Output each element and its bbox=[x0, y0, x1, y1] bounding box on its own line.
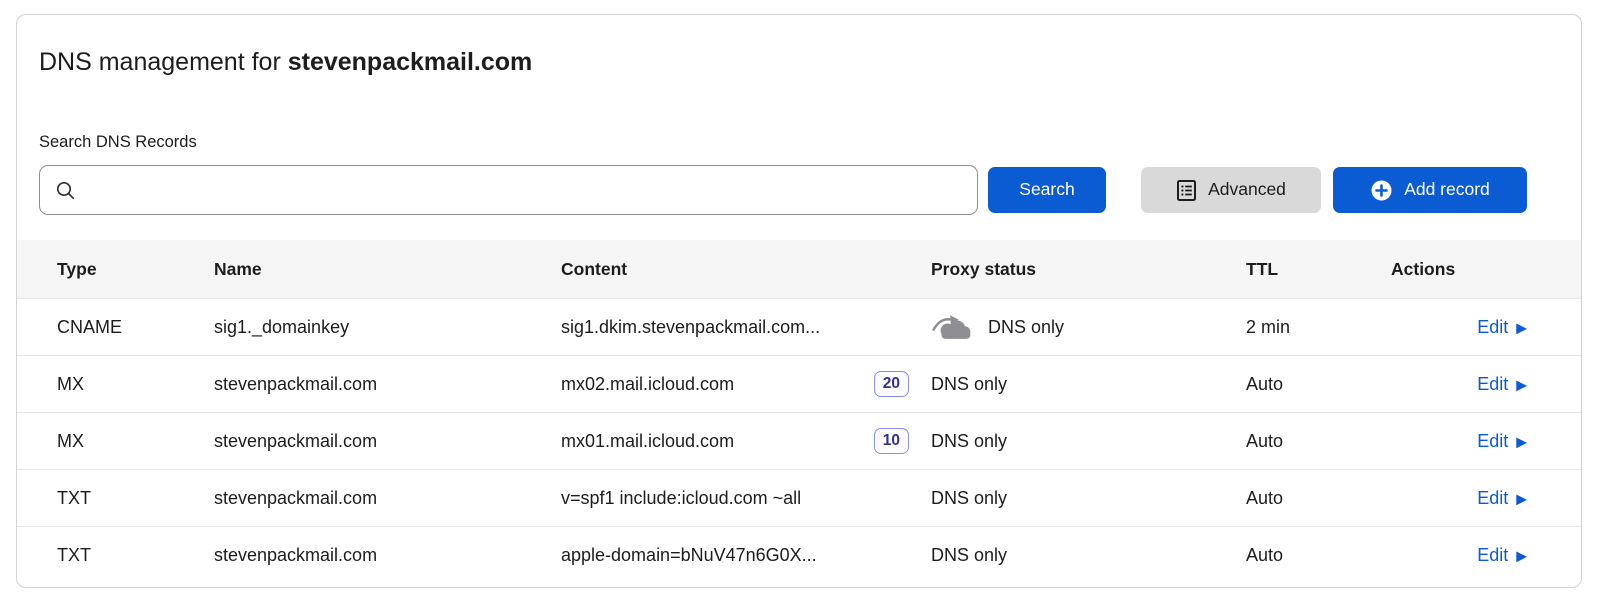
table-header-row: Type Name Content Proxy status TTL Actio… bbox=[17, 240, 1581, 298]
search-button[interactable]: Search bbox=[988, 167, 1106, 213]
record-content: mx02.mail.icloud.com 20 bbox=[561, 371, 931, 397]
proxy-status-text: DNS only bbox=[931, 488, 1007, 509]
record-ttl: Auto bbox=[1246, 374, 1391, 395]
edit-record-link[interactable]: Edit ▶ bbox=[1477, 317, 1527, 338]
advanced-button[interactable]: Advanced bbox=[1141, 167, 1321, 213]
edit-arrow-icon: ▶ bbox=[1516, 490, 1527, 507]
record-actions: Edit ▶ bbox=[1391, 545, 1527, 566]
record-type: TXT bbox=[57, 488, 214, 509]
record-ttl: Auto bbox=[1246, 431, 1391, 452]
edit-label: Edit bbox=[1477, 374, 1508, 395]
record-actions: Edit ▶ bbox=[1391, 488, 1527, 509]
column-header-content: Content bbox=[561, 259, 931, 280]
dns-only-cloud-icon bbox=[931, 312, 973, 342]
column-header-name: Name bbox=[214, 259, 561, 280]
record-proxy-status: DNS only bbox=[931, 312, 1246, 342]
record-proxy-status: DNS only bbox=[931, 488, 1246, 509]
record-type: TXT bbox=[57, 545, 214, 566]
record-content-text: apple-domain=bNuV47n6G0X... bbox=[561, 545, 817, 566]
record-ttl: 2 min bbox=[1246, 317, 1391, 338]
record-content-text: mx02.mail.icloud.com bbox=[561, 374, 734, 395]
record-type: CNAME bbox=[57, 317, 214, 338]
record-type: MX bbox=[57, 431, 214, 452]
record-content-text: mx01.mail.icloud.com bbox=[561, 431, 734, 452]
search-input[interactable] bbox=[87, 179, 962, 201]
record-ttl: Auto bbox=[1246, 545, 1391, 566]
table-row: TXT stevenpackmail.com v=spf1 include:ic… bbox=[17, 469, 1581, 526]
record-ttl: Auto bbox=[1246, 488, 1391, 509]
page-title-domain: stevenpackmail.com bbox=[288, 48, 533, 76]
proxy-status-text: DNS only bbox=[988, 317, 1064, 338]
record-content: v=spf1 include:icloud.com ~all bbox=[561, 488, 931, 509]
table-row: MX stevenpackmail.com mx01.mail.icloud.c… bbox=[17, 412, 1581, 469]
table-row: MX stevenpackmail.com mx02.mail.icloud.c… bbox=[17, 355, 1581, 412]
record-content-text: v=spf1 include:icloud.com ~all bbox=[561, 488, 801, 509]
record-content-text: sig1.dkim.stevenpackmail.com... bbox=[561, 317, 820, 338]
proxy-status-text: DNS only bbox=[931, 374, 1007, 395]
edit-record-link[interactable]: Edit ▶ bbox=[1477, 545, 1527, 566]
record-proxy-status: DNS only bbox=[931, 374, 1246, 395]
record-name: stevenpackmail.com bbox=[214, 545, 561, 566]
column-header-type: Type bbox=[57, 259, 214, 280]
plus-circle-icon bbox=[1370, 179, 1393, 202]
record-content: mx01.mail.icloud.com 10 bbox=[561, 428, 931, 454]
dns-records-table: Type Name Content Proxy status TTL Actio… bbox=[17, 240, 1581, 583]
column-header-actions: Actions bbox=[1391, 259, 1527, 280]
edit-label: Edit bbox=[1477, 431, 1508, 452]
table-body: CNAME sig1._domainkey sig1.dkim.stevenpa… bbox=[17, 298, 1581, 583]
table-row: CNAME sig1._domainkey sig1.dkim.stevenpa… bbox=[17, 298, 1581, 355]
edit-label: Edit bbox=[1477, 317, 1508, 338]
record-actions: Edit ▶ bbox=[1391, 431, 1527, 452]
record-name: sig1._domainkey bbox=[214, 317, 561, 338]
record-proxy-status: DNS only bbox=[931, 431, 1246, 452]
edit-label: Edit bbox=[1477, 545, 1508, 566]
record-proxy-status: DNS only bbox=[931, 545, 1246, 566]
edit-record-link[interactable]: Edit ▶ bbox=[1477, 374, 1527, 395]
priority-badge: 10 bbox=[874, 428, 909, 454]
proxy-status-text: DNS only bbox=[931, 545, 1007, 566]
priority-badge: 20 bbox=[874, 371, 909, 397]
record-type: MX bbox=[57, 374, 214, 395]
page-title: DNS management for stevenpackmail.com bbox=[39, 45, 1527, 79]
edit-arrow-icon: ▶ bbox=[1516, 319, 1527, 336]
record-actions: Edit ▶ bbox=[1391, 317, 1527, 338]
record-name: stevenpackmail.com bbox=[214, 374, 561, 395]
search-box[interactable] bbox=[39, 165, 978, 215]
record-name: stevenpackmail.com bbox=[214, 431, 561, 452]
search-row: Search Advanced bbox=[39, 165, 1527, 215]
edit-arrow-icon: ▶ bbox=[1516, 376, 1527, 393]
search-icon bbox=[55, 180, 76, 201]
edit-record-link[interactable]: Edit ▶ bbox=[1477, 488, 1527, 509]
dns-management-card: DNS management for stevenpackmail.com Se… bbox=[16, 14, 1582, 588]
record-actions: Edit ▶ bbox=[1391, 374, 1527, 395]
column-header-ttl: TTL bbox=[1246, 259, 1391, 280]
proxy-status-text: DNS only bbox=[931, 431, 1007, 452]
edit-arrow-icon: ▶ bbox=[1516, 433, 1527, 450]
add-record-button[interactable]: Add record bbox=[1333, 167, 1527, 213]
edit-label: Edit bbox=[1477, 488, 1508, 509]
record-content: sig1.dkim.stevenpackmail.com... bbox=[561, 317, 931, 338]
edit-record-link[interactable]: Edit ▶ bbox=[1477, 431, 1527, 452]
edit-arrow-icon: ▶ bbox=[1516, 547, 1527, 564]
search-label: Search DNS Records bbox=[39, 132, 1527, 152]
record-name: stevenpackmail.com bbox=[214, 488, 561, 509]
table-row: TXT stevenpackmail.com apple-domain=bNuV… bbox=[17, 526, 1581, 583]
page-title-prefix: DNS management for bbox=[39, 48, 288, 76]
record-content: apple-domain=bNuV47n6G0X... bbox=[561, 545, 931, 566]
advanced-list-icon bbox=[1176, 179, 1197, 202]
column-header-proxy-status: Proxy status bbox=[931, 259, 1246, 280]
